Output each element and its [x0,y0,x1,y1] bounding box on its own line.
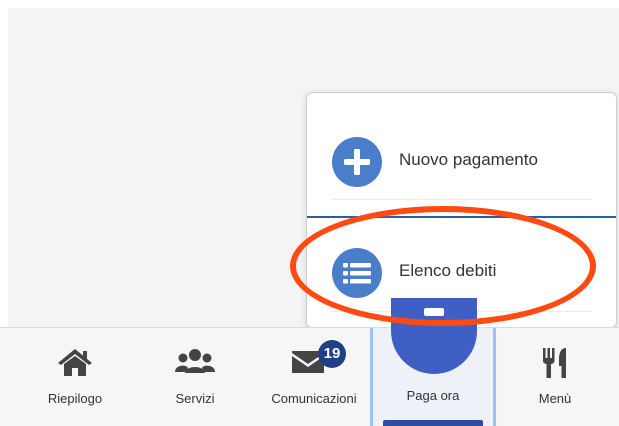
notification-badge: 19 [318,340,346,368]
active-tab-indicator [383,420,483,426]
tab-comunicazioni[interactable]: 19 Comunicazioni [258,328,370,426]
utensils-icon [540,346,570,385]
tab-label: Paga ora [406,388,460,403]
tab-paga-ora[interactable]: Paga ora [370,298,496,426]
pay-icon [391,298,477,374]
plus-circle-icon [332,137,382,187]
tab-riepilogo[interactable]: Riepilogo [20,328,130,426]
menu-item-label: Nuovo pagamento [399,150,538,169]
menu-item-label: Elenco debiti [399,261,497,280]
divider [331,199,592,200]
tab-servizi[interactable]: Servizi [140,328,250,426]
tab-label: Riepilogo [47,391,103,406]
tab-label: Servizi [175,391,215,406]
tab-menu[interactable]: Menù [500,328,610,426]
bottom-tab-bar: Riepilogo Servizi 19 Comunicazioni Paga … [0,298,619,426]
tab-label: Menù [538,391,572,406]
list-circle-icon [332,248,382,298]
users-icon [174,346,216,383]
divider [307,216,616,218]
tab-label: Comunicazioni [271,391,357,406]
home-icon [55,346,95,383]
menu-item-nuovo-pagamento[interactable]: Nuovo pagamento [307,125,616,205]
payment-popup-menu: Nuovo pagamento Elenco debiti [306,92,617,328]
